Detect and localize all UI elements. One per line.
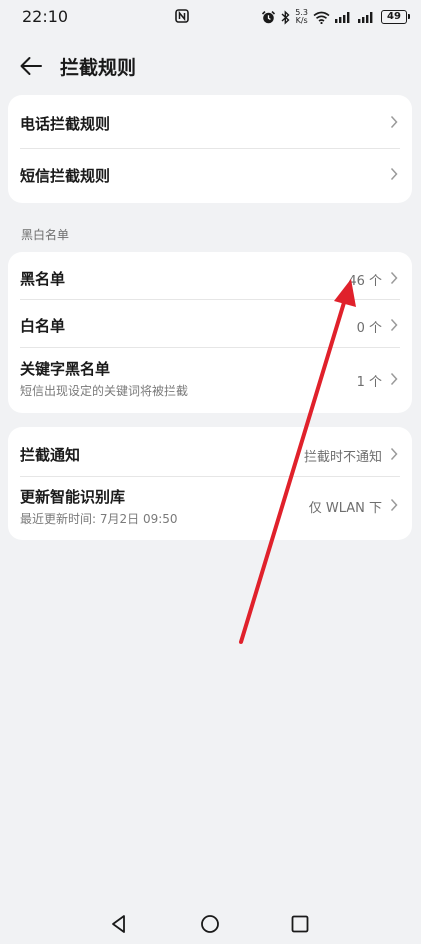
item-title: 电话拦截规则	[20, 115, 111, 133]
item-title: 短信拦截规则	[20, 167, 111, 185]
signal-icon-sim2	[358, 12, 373, 23]
network-speed: 5.3 K/s	[295, 9, 308, 25]
status-bar: 22:10 5.3 K/s 49	[0, 0, 421, 34]
update-recognition-library-item[interactable]: 更新智能识别库 最近更新时间: 7月2日 09:50 仅 WLAN 下	[8, 477, 412, 540]
chevron-right-icon	[390, 498, 398, 512]
system-navigation-bar	[0, 905, 421, 944]
sms-intercept-rules-item[interactable]: 短信拦截规则	[8, 149, 412, 203]
page-header: 拦截规则	[0, 44, 421, 88]
item-value: 1 个	[356, 375, 382, 390]
signal-icon-sim1	[335, 12, 350, 23]
net-speed-unit: K/s	[295, 16, 308, 25]
whitelist-item[interactable]: 白名单 0 个	[8, 300, 412, 348]
section-label-blacklist-whitelist: 黑白名单	[21, 228, 70, 242]
wifi-icon	[313, 11, 330, 24]
status-time: 22:10	[22, 7, 69, 26]
battery-icon: 49	[381, 10, 410, 24]
item-title: 拦截通知	[20, 446, 81, 464]
item-subtitle: 短信出现设定的关键词将被拦截	[20, 384, 189, 398]
blacklist-whitelist-card: 黑名单 46 个 白名单 0 个 关键字黑名单 短信出现设定的关键词将被拦截 1…	[8, 252, 412, 413]
item-value: 46 个	[348, 274, 382, 289]
intercept-notification-item[interactable]: 拦截通知 拦截时不通知	[8, 427, 412, 477]
page-title: 拦截规则	[60, 57, 137, 79]
chevron-right-icon	[390, 372, 398, 386]
blacklist-item[interactable]: 黑名单 46 个	[8, 252, 412, 300]
nav-back-icon[interactable]	[108, 913, 130, 935]
item-subtitle: 最近更新时间: 7月2日 09:50	[20, 512, 178, 526]
item-value: 仅 WLAN 下	[308, 501, 382, 516]
item-value: 拦截时不通知	[303, 450, 382, 465]
status-icons: 5.3 K/s 49	[261, 6, 410, 28]
keyword-blacklist-item[interactable]: 关键字黑名单 短信出现设定的关键词将被拦截 1 个	[8, 348, 412, 413]
chevron-right-icon	[390, 318, 398, 332]
call-intercept-rules-item[interactable]: 电话拦截规则	[8, 95, 412, 149]
item-title: 关键字黑名单	[20, 360, 111, 378]
intercept-rules-card: 电话拦截规则 短信拦截规则	[8, 95, 412, 203]
nav-recents-icon[interactable]	[289, 913, 311, 935]
nfc-icon	[175, 9, 189, 23]
chevron-right-icon	[390, 115, 398, 129]
bluetooth-icon	[281, 9, 290, 25]
notification-update-card: 拦截通知 拦截时不通知 更新智能识别库 最近更新时间: 7月2日 09:50 仅…	[8, 427, 412, 540]
chevron-right-icon	[390, 447, 398, 461]
chevron-right-icon	[390, 167, 398, 181]
chevron-right-icon	[390, 271, 398, 285]
item-value: 0 个	[356, 321, 382, 336]
alarm-icon	[262, 10, 276, 23]
nav-home-icon[interactable]	[199, 913, 221, 935]
item-title: 更新智能识别库	[20, 488, 126, 506]
item-title: 白名单	[20, 317, 66, 335]
item-title: 黑名单	[20, 270, 66, 288]
back-arrow-icon[interactable]	[20, 56, 42, 76]
